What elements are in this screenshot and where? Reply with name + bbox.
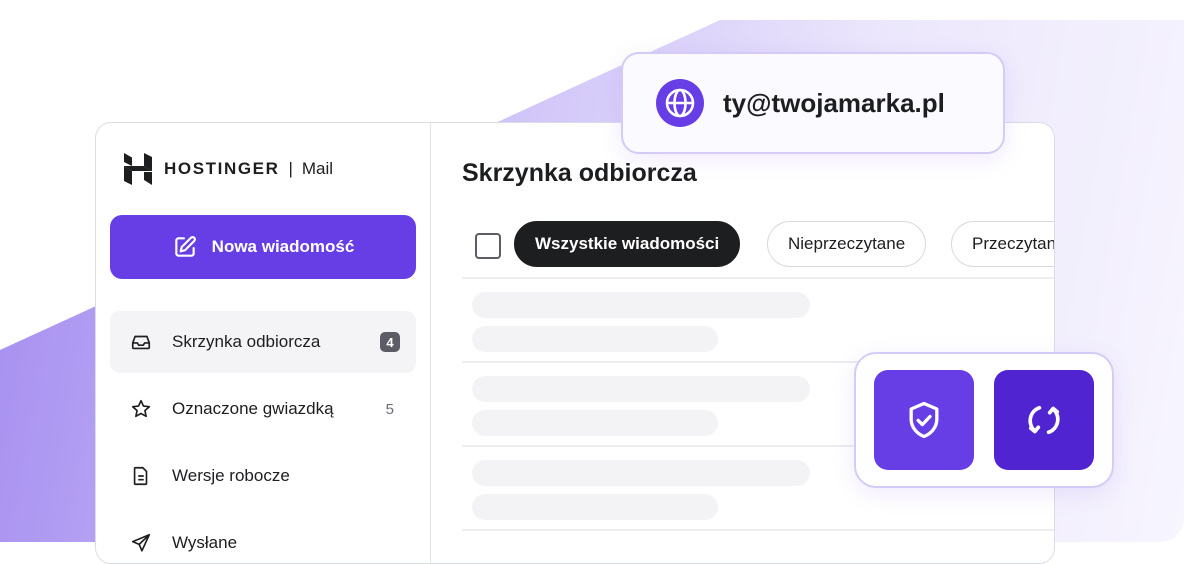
draft-document-icon [133,466,148,486]
mail-app-window: HOSTINGER | Mail Nowa wiadomość Skrzynka… [95,122,1055,564]
sidebar-item-starred[interactable]: Oznaczone gwiazdką 5 [110,378,416,440]
send-icon [131,533,151,552]
hostinger-logo-icon [124,153,152,185]
sidebar-item-sent[interactable]: Wysłane [110,512,416,563]
compose-icon [174,236,196,257]
filter-all-messages[interactable]: Wszystkie wiadomości [514,221,741,267]
message-placeholder-line [472,410,718,436]
email-address: ty@twojamarka.pl [723,87,945,118]
message-placeholder-line [472,494,718,520]
message-placeholder-line [472,326,718,352]
star-icon [131,399,151,418]
globe-icon [656,79,704,127]
brand: HOSTINGER | Mail [124,153,333,185]
brand-product: Mail [301,159,334,178]
filter-unread[interactable]: Nieprzeczytane [767,221,927,267]
sidebar-item-label: Wysłane [172,533,238,552]
new-message-label: Nowa wiadomość [211,237,355,256]
message-placeholder-line [472,292,810,318]
page-title: Skrzynka odbiorcza [462,159,697,187]
message-placeholder-line [472,376,810,402]
sidebar: HOSTINGER | Mail Nowa wiadomość Skrzynka… [96,123,431,563]
sidebar-item-label: Oznaczone gwiazdką [172,399,334,418]
list-divider [462,277,1054,279]
inbox-icon [131,335,151,350]
sidebar-item-label: Skrzynka odbiorcza [172,332,321,351]
list-divider [462,529,1054,531]
filter-read[interactable]: Przeczytane [951,221,1054,267]
sidebar-item-label: Wersje robocze [172,466,290,485]
sync-icon [1028,405,1060,435]
shield-check-icon [909,401,939,439]
sidebar-item-drafts[interactable]: Wersje robocze [110,445,416,507]
select-all-checkbox[interactable] [475,233,501,259]
starred-count: 5 [385,400,394,418]
brand-name: HOSTINGER [164,159,280,178]
security-sync-card [854,352,1114,488]
security-tile [874,370,974,470]
sync-tile [994,370,1094,470]
custom-domain-email-chip: ty@twojamarka.pl [621,52,1005,154]
new-message-button[interactable]: Nowa wiadomość [110,215,416,279]
message-list-panel: Skrzynka odbiorcza Wszystkie wiadomości … [431,123,1054,563]
brand-separator: | [288,159,293,178]
unread-count-badge: 4 [380,332,400,352]
message-placeholder-line [472,460,810,486]
sidebar-item-inbox[interactable]: Skrzynka odbiorcza 4 [110,311,416,373]
